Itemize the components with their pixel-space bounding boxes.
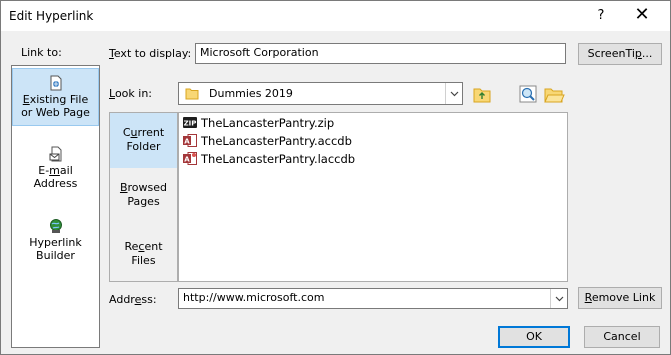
help-button[interactable]: ? — [593, 8, 609, 23]
browse-file-button[interactable] — [543, 83, 565, 105]
cancel-button[interactable]: Cancel — [584, 326, 660, 348]
look-in-combobox[interactable]: Dummies 2019 — [178, 82, 463, 105]
browse-web-icon — [519, 85, 537, 103]
link-to-email-address[interactable]: E-mail Address — [12, 146, 99, 194]
address-value: http://www.microsoft.com — [183, 291, 325, 304]
link-to-hyperlink-builder[interactable]: Hyperlink Builder — [12, 218, 99, 266]
up-one-folder-button[interactable] — [471, 83, 493, 105]
file-list[interactable]: ZIP TheLancasterPantry.zip A TheLancaste… — [178, 112, 568, 282]
place-recent-files[interactable]: Recent Files — [110, 240, 177, 276]
list-item[interactable]: A TheLancasterPantry.laccdb — [183, 152, 355, 168]
svg-text:ZIP: ZIP — [184, 120, 197, 128]
email-icon — [49, 146, 61, 162]
address-dropdown-arrow[interactable] — [550, 289, 567, 308]
address-label: Address: — [109, 293, 157, 306]
list-item[interactable]: ZIP TheLancasterPantry.zip — [183, 116, 334, 132]
link-to-existing-file[interactable]: Existing File or Web Page — [12, 68, 99, 126]
svg-text:A: A — [184, 137, 190, 145]
chevron-down-icon — [450, 91, 459, 97]
chevron-down-icon — [555, 296, 564, 302]
places-bar: Current Folder Browsed Pages Recent File… — [109, 112, 178, 282]
up-folder-icon — [473, 88, 491, 103]
title-bar: Edit Hyperlink ? ✕ — [1, 1, 670, 31]
text-to-display-label: Text to display: — [109, 47, 192, 60]
edit-hyperlink-dialog: Edit Hyperlink ? ✕ Link to: Existing Fil… — [0, 0, 671, 355]
browse-web-button[interactable] — [517, 83, 539, 105]
look-in-dropdown-arrow[interactable] — [445, 83, 462, 104]
close-button[interactable]: ✕ — [631, 4, 653, 26]
hyperlink-builder-icon — [49, 219, 62, 233]
link-to-bar: Existing File or Web Page E-mail Address… — [11, 65, 100, 348]
svg-text:A: A — [184, 155, 190, 163]
access-lock-file-icon: A — [183, 152, 197, 165]
screentip-button[interactable]: ScreenTip... — [578, 43, 662, 65]
ok-button[interactable]: OK — [498, 326, 570, 348]
remove-link-button[interactable]: Remove Link — [578, 287, 662, 309]
place-browsed-pages[interactable]: Browsed Pages — [110, 181, 177, 217]
address-combobox[interactable]: http://www.microsoft.com — [178, 288, 568, 309]
look-in-value: Dummies 2019 — [209, 87, 293, 100]
place-current-folder[interactable]: Current Folder — [110, 113, 177, 168]
access-file-icon: A — [183, 134, 197, 147]
list-item[interactable]: A TheLancasterPantry.accdb — [183, 134, 352, 150]
text-to-display-input[interactable]: Microsoft Corporation — [195, 43, 566, 64]
dialog-title: Edit Hyperlink — [9, 9, 94, 23]
folder-icon — [185, 88, 199, 100]
open-folder-icon — [544, 88, 565, 103]
zip-file-icon: ZIP — [183, 117, 197, 128]
existing-file-icon — [50, 75, 61, 91]
link-to-label: Link to: — [21, 46, 62, 59]
look-in-label: Look in: — [109, 87, 152, 100]
